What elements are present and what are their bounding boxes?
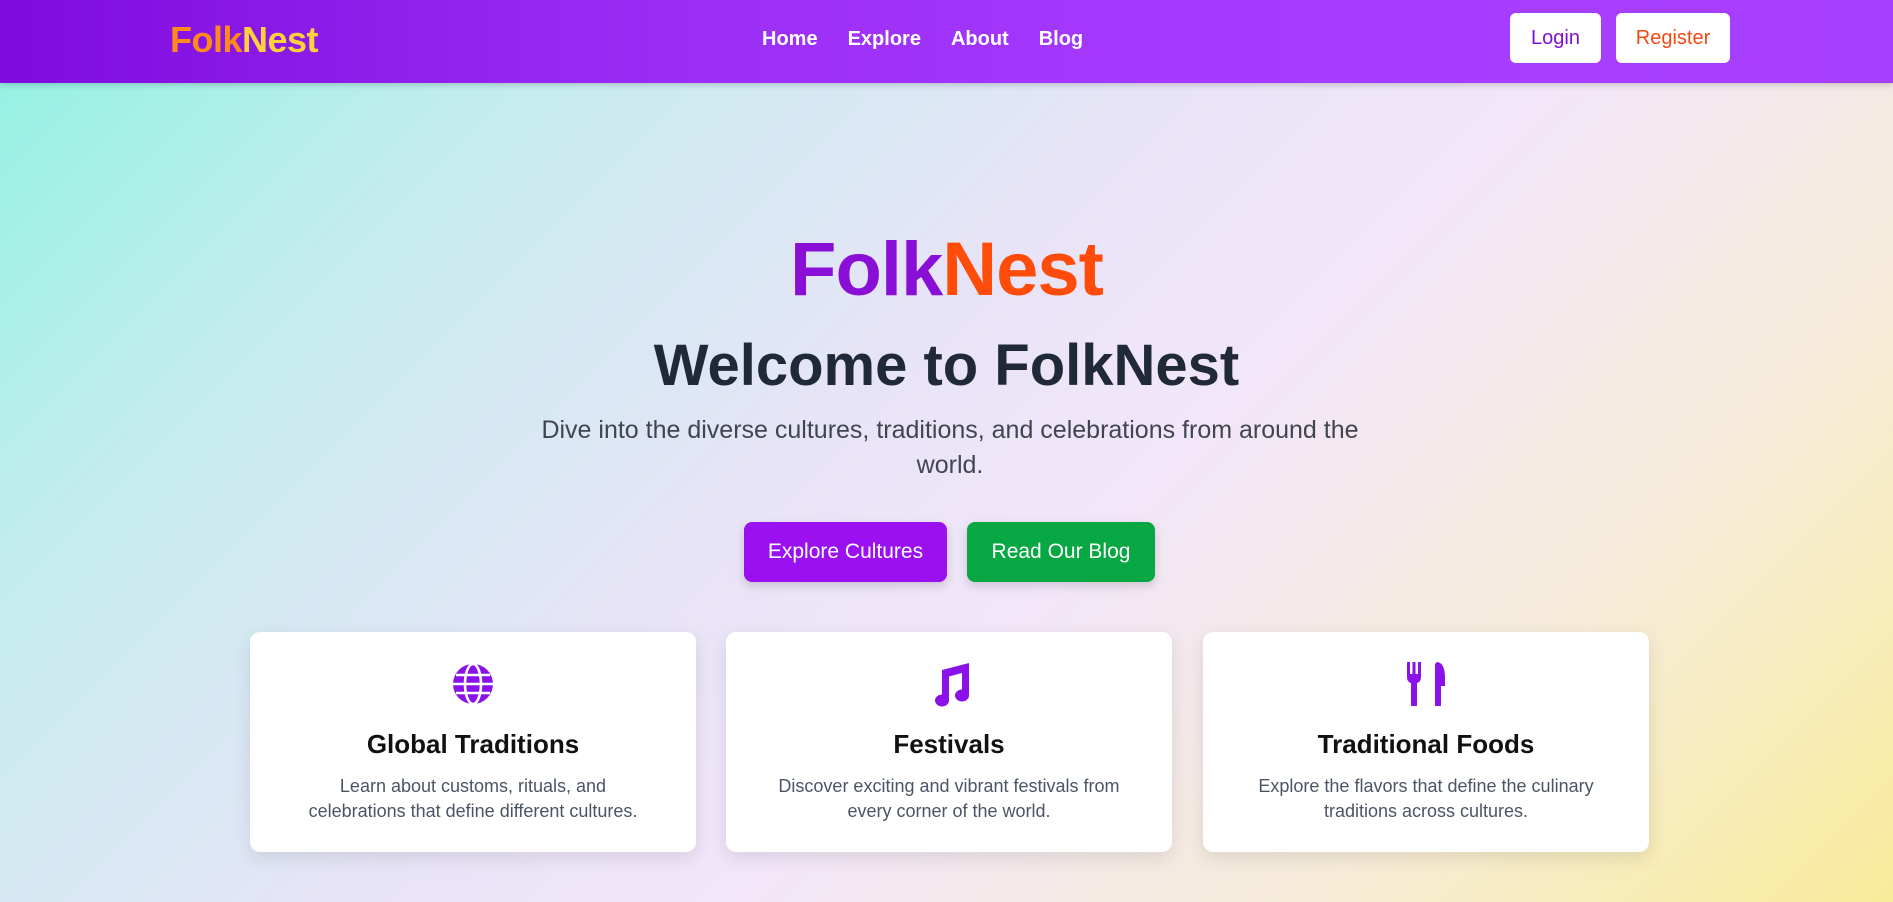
brand-logo-part1: Folk (170, 19, 243, 60)
music-icon (726, 660, 1172, 708)
hero-title: Welcome to FolkNest (653, 333, 1240, 398)
nav-about-link[interactable]: About (951, 26, 1009, 52)
hero-logo: FolkNest (0, 226, 1893, 314)
explore-cultures-button[interactable]: Explore Cultures (744, 522, 947, 582)
hero-logo-part2: Nest (942, 227, 1104, 312)
feature-card-festivals: Festivals Discover exciting and vibrant … (726, 632, 1172, 852)
globe-icon (250, 660, 696, 708)
brand-logo-part2: Nest (242, 19, 319, 60)
hero-subtitle: Dive into the diverse cultures, traditio… (541, 416, 1359, 479)
card-description: Explore the flavors that define the culi… (1258, 776, 1594, 821)
read-blog-button[interactable]: Read Our Blog (967, 522, 1155, 582)
nav-home-link[interactable]: Home (762, 26, 818, 52)
feature-card-global-traditions: Global Traditions Learn about customs, r… (250, 632, 696, 852)
nav-explore-link[interactable]: Explore (848, 26, 921, 52)
utensils-icon (1203, 660, 1649, 708)
brand-logo[interactable]: FolkNest (170, 19, 319, 61)
main-nav: Home Explore About Blog (762, 26, 1083, 52)
card-description: Learn about customs, rituals, and celebr… (308, 776, 638, 821)
login-button[interactable]: Login (1510, 13, 1601, 63)
nav-blog-link[interactable]: Blog (1039, 26, 1083, 52)
card-title: Global Traditions (366, 729, 580, 759)
card-description: Discover exciting and vibrant festivals … (778, 776, 1120, 821)
hero-logo-part1: Folk (790, 227, 943, 312)
top-navbar: FolkNest Home Explore About Blog Login R… (0, 0, 1893, 83)
card-title: Festivals (893, 729, 1005, 759)
feature-card-traditional-foods: Traditional Foods Explore the flavors th… (1203, 632, 1649, 852)
card-title: Traditional Foods (1317, 729, 1535, 759)
register-button[interactable]: Register (1616, 13, 1730, 63)
